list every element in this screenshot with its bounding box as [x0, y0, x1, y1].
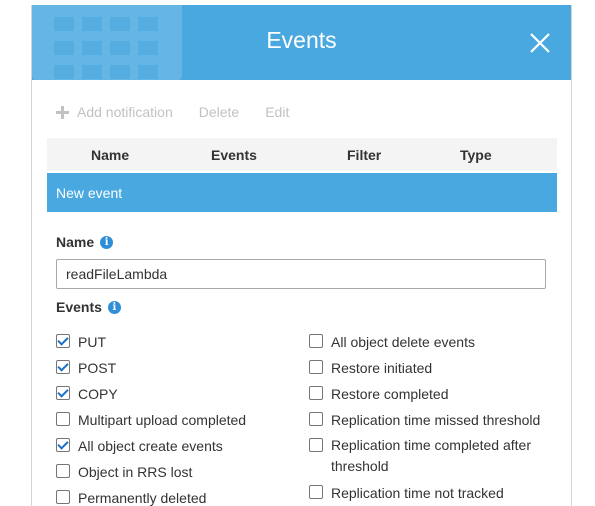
column-events[interactable]: Events [211, 147, 257, 163]
close-icon[interactable] [528, 31, 552, 55]
checkbox-label: PUT [78, 334, 106, 350]
events-panel: Events Add notification Delete Edit Name… [31, 5, 572, 506]
page-title: Events [266, 27, 337, 53]
name-label: Name [56, 234, 95, 250]
event-checkbox-restore-initiated[interactable]: Restore initiated [309, 359, 432, 377]
checkbox[interactable] [309, 438, 323, 452]
table-header: Name Events Filter Type [47, 138, 557, 171]
edit-label: Edit [265, 104, 290, 120]
checkbox-label: Replication time missed threshold [331, 412, 541, 428]
checkbox[interactable] [56, 438, 70, 452]
checkbox-label: All object create events [78, 438, 223, 454]
event-checkbox-replication-missed[interactable]: Replication time missed threshold [309, 411, 540, 429]
checkbox-label: COPY [78, 386, 118, 402]
checkbox-label: Replication time completed after thresho… [331, 437, 531, 474]
checkbox-label: Replication time not tracked [331, 485, 504, 501]
checkbox[interactable] [56, 412, 70, 426]
checkbox[interactable] [309, 485, 323, 499]
checkbox[interactable] [56, 360, 70, 374]
event-checkbox-multipart[interactable]: Multipart upload completed [56, 411, 246, 429]
add-notification-button[interactable]: Add notification [56, 104, 173, 120]
event-checkbox-restore-completed[interactable]: Restore completed [309, 385, 449, 403]
event-checkbox-rrs-lost[interactable]: Object in RRS lost [56, 463, 192, 481]
info-icon[interactable]: i [107, 300, 121, 314]
plus-icon [56, 105, 69, 119]
column-filter[interactable]: Filter [347, 147, 381, 163]
event-checkbox-permanently-deleted[interactable]: Permanently deleted [56, 489, 206, 506]
new-event-label: New event [56, 185, 123, 201]
event-checkbox-put[interactable]: PUT [56, 333, 106, 351]
checkbox-label: Restore initiated [331, 360, 433, 376]
name-input[interactable] [56, 259, 546, 289]
event-checkbox-replication-not-tracked[interactable]: Replication time not tracked [309, 484, 504, 502]
event-checkbox-post[interactable]: POST [56, 359, 116, 377]
checkbox-label: Permanently deleted [78, 490, 207, 506]
events-label: Events [56, 299, 102, 315]
add-notification-label: Add notification [77, 104, 173, 120]
checkbox[interactable] [309, 386, 323, 400]
checkbox-label: Restore completed [331, 386, 449, 402]
checkbox[interactable] [56, 490, 70, 504]
new-event-row[interactable]: New event [47, 173, 557, 212]
event-checkbox-all-delete[interactable]: All object delete events [309, 333, 475, 351]
checkbox[interactable] [309, 412, 323, 426]
checkbox-label: Object in RRS lost [78, 464, 193, 480]
toolbar: Add notification Delete Edit [56, 102, 315, 122]
info-icon[interactable]: i [100, 235, 114, 249]
checkbox[interactable] [56, 334, 70, 348]
column-type[interactable]: Type [460, 147, 492, 163]
edit-button[interactable]: Edit [265, 104, 289, 120]
checkbox-label: All object delete events [331, 334, 475, 350]
checkbox[interactable] [309, 334, 323, 348]
name-label-row: Name i [56, 234, 114, 250]
delete-label: Delete [198, 104, 240, 120]
event-checkbox-replication-completed-after[interactable]: Replication time completed after thresho… [309, 437, 539, 477]
checkbox-label: POST [78, 360, 117, 376]
column-name[interactable]: Name [91, 147, 129, 163]
checkbox-label: Multipart upload completed [78, 412, 247, 428]
events-header: Events [32, 5, 571, 80]
checkbox[interactable] [56, 386, 70, 400]
event-checkbox-copy[interactable]: COPY [56, 385, 118, 403]
event-checkbox-all-create[interactable]: All object create events [56, 437, 223, 455]
events-label-row: Events i [56, 299, 121, 315]
delete-button[interactable]: Delete [199, 104, 239, 120]
checkbox[interactable] [309, 360, 323, 374]
checkbox[interactable] [56, 464, 70, 478]
